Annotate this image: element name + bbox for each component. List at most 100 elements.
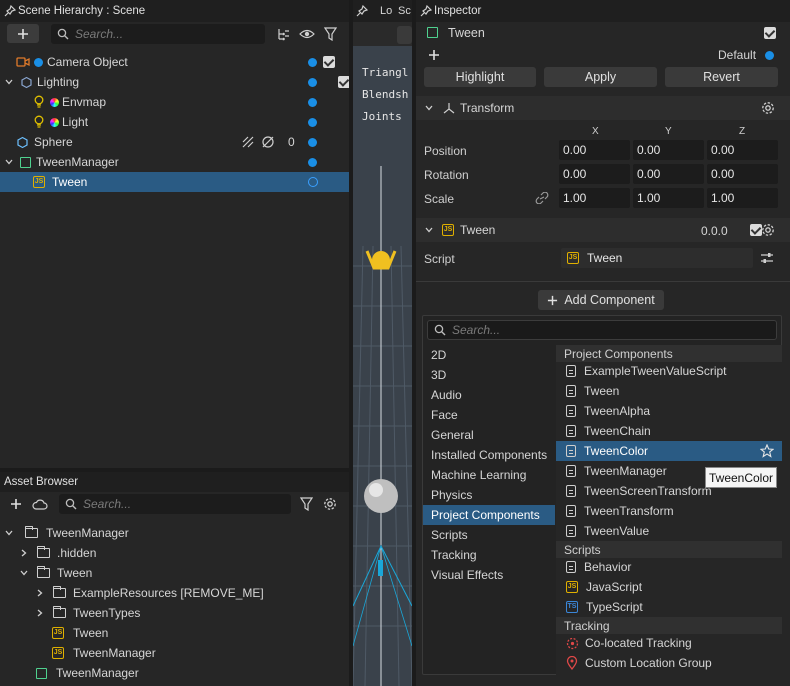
component-item[interactable]: JS JavaScript xyxy=(556,577,782,597)
enabled-dot[interactable] xyxy=(308,158,317,167)
category-face[interactable]: Face xyxy=(423,405,555,425)
category-tracking[interactable]: Tracking xyxy=(423,545,555,565)
eye-icon[interactable] xyxy=(299,27,315,41)
category-installed-components[interactable]: Installed Components xyxy=(423,445,555,465)
pin-icon[interactable] xyxy=(420,5,432,17)
asset-item-hidden-folder[interactable]: .hidden xyxy=(0,543,349,563)
component-search-input[interactable]: Search... xyxy=(427,320,777,340)
component-item[interactable]: TweenChain xyxy=(556,421,782,441)
component-item[interactable]: Tween xyxy=(556,381,782,401)
asset-item-tweenmanager-script[interactable]: JS TweenManager xyxy=(0,643,349,663)
enabled-dot[interactable] xyxy=(308,118,317,127)
enabled-ring[interactable] xyxy=(308,177,318,187)
position-z-field[interactable]: 0.00 xyxy=(707,140,778,160)
rotation-z-field[interactable]: 0.00 xyxy=(707,164,778,184)
asset-search-input[interactable]: Search... xyxy=(59,494,291,514)
viewport-toolbar-button[interactable] xyxy=(397,26,412,44)
component-item[interactable]: TweenValue xyxy=(556,521,782,541)
component-item[interactable]: TS TypeScript xyxy=(556,597,782,617)
rotation-x-field[interactable]: 0.00 xyxy=(559,164,630,184)
gear-icon[interactable] xyxy=(761,223,775,237)
settings-sliders-icon[interactable] xyxy=(760,251,774,265)
pin-icon[interactable] xyxy=(4,5,16,17)
chevron-right-icon[interactable] xyxy=(19,548,29,558)
enabled-dot[interactable] xyxy=(308,58,317,67)
gear-icon[interactable] xyxy=(323,497,337,511)
category-2d[interactable]: 2D xyxy=(423,345,555,365)
object-name[interactable]: Tween xyxy=(448,26,485,40)
scale-x-field[interactable]: 1.00 xyxy=(559,188,630,208)
category-scripts[interactable]: Scripts xyxy=(423,525,555,545)
chevron-right-icon[interactable] xyxy=(35,588,45,598)
hierarchy-item-sphere[interactable]: Sphere xyxy=(0,132,349,152)
apply-button[interactable]: Apply xyxy=(544,67,657,87)
chevron-down-icon[interactable] xyxy=(4,528,14,538)
chevron-down-icon[interactable] xyxy=(424,103,434,113)
viewport-tab-scene[interactable]: Sc xyxy=(398,5,411,17)
filter-icon[interactable] xyxy=(300,497,313,511)
revert-button[interactable]: Revert xyxy=(665,67,778,87)
rotation-y-field[interactable]: 0.00 xyxy=(633,164,704,184)
layer-label[interactable]: Default xyxy=(718,48,756,62)
render-layer-icon[interactable] xyxy=(241,135,255,149)
plus-icon[interactable] xyxy=(10,498,22,510)
component-item[interactable]: TweenTransform xyxy=(556,501,782,521)
asset-item-exampleresources-folder[interactable]: ExampleResources [REMOVE_ME] xyxy=(0,583,349,603)
tween-component-header[interactable]: JS Tween xyxy=(416,218,790,242)
chevron-right-icon[interactable] xyxy=(35,608,45,618)
category-machine-learning[interactable]: Machine Learning xyxy=(423,465,555,485)
asset-item-tweentypes-folder[interactable]: TweenTypes xyxy=(0,603,349,623)
asset-item-tweenmanager-prefab[interactable]: TweenManager xyxy=(0,663,349,683)
hierarchy-item-lighting[interactable]: Lighting xyxy=(0,72,349,92)
asset-item-tween-script[interactable]: JS Tween xyxy=(0,623,349,643)
category-project-components[interactable]: Project Components xyxy=(423,505,555,525)
hierarchy-item-tween[interactable]: JS Tween xyxy=(0,172,349,192)
pin-icon[interactable] xyxy=(356,5,368,17)
asset-item-tween-folder[interactable]: Tween xyxy=(0,563,349,583)
component-item[interactable]: TweenAlpha xyxy=(556,401,782,421)
chevron-down-icon[interactable] xyxy=(4,77,14,87)
scale-y-field[interactable]: 1.00 xyxy=(633,188,704,208)
no-mask-icon[interactable] xyxy=(261,135,275,149)
cloud-icon[interactable] xyxy=(32,499,48,510)
gear-icon[interactable] xyxy=(761,101,775,115)
hierarchy-item-envmap[interactable]: Envmap xyxy=(0,92,349,112)
add-object-button[interactable] xyxy=(7,24,39,43)
enabled-dot[interactable] xyxy=(308,78,317,87)
star-icon[interactable] xyxy=(760,444,774,458)
script-field[interactable]: JS Tween xyxy=(561,248,753,268)
filter-icon[interactable] xyxy=(324,27,337,41)
asset-item-tweenmanager-folder[interactable]: TweenManager xyxy=(0,523,349,543)
hierarchy-item-camera-object[interactable]: Camera Object xyxy=(0,52,349,72)
component-item[interactable]: Co-located Tracking xyxy=(556,633,782,653)
viewport-tab-logger[interactable]: Lo xyxy=(380,5,392,17)
add-component-button[interactable]: Add Component xyxy=(538,290,664,310)
visibility-checkbox[interactable] xyxy=(338,76,349,88)
component-item-selected[interactable]: TweenColor xyxy=(556,441,782,461)
enabled-dot[interactable] xyxy=(308,98,317,107)
chevron-down-icon[interactable] xyxy=(19,568,29,578)
position-y-field[interactable]: 0.00 xyxy=(633,140,704,160)
category-visual-effects[interactable]: Visual Effects xyxy=(423,565,555,585)
enabled-dot[interactable] xyxy=(308,138,317,147)
link-icon[interactable] xyxy=(535,192,549,204)
hierarchy-search-input[interactable]: Search... xyxy=(51,24,265,44)
category-3d[interactable]: 3D xyxy=(423,365,555,385)
transform-header[interactable]: Transform xyxy=(416,96,790,120)
component-item[interactable]: ExampleTweenValueScript xyxy=(556,361,782,381)
chevron-down-icon[interactable] xyxy=(424,225,434,235)
scale-z-field[interactable]: 1.00 xyxy=(707,188,778,208)
hierarchy-item-tweenmanager[interactable]: TweenManager xyxy=(0,152,349,172)
hierarchy-sort-icon[interactable] xyxy=(276,27,290,41)
visibility-checkbox[interactable] xyxy=(323,56,335,68)
plus-icon[interactable] xyxy=(428,49,440,61)
position-x-field[interactable]: 0.00 xyxy=(559,140,630,160)
hierarchy-item-light[interactable]: Light xyxy=(0,112,349,132)
component-item[interactable]: Custom Location Group xyxy=(556,653,782,673)
object-enabled-checkbox[interactable] xyxy=(764,27,776,39)
category-physics[interactable]: Physics xyxy=(423,485,555,505)
chevron-down-icon[interactable] xyxy=(4,157,14,167)
highlight-button[interactable]: Highlight xyxy=(424,67,536,87)
component-item[interactable]: Behavior xyxy=(556,557,782,577)
category-general[interactable]: General xyxy=(423,425,555,445)
